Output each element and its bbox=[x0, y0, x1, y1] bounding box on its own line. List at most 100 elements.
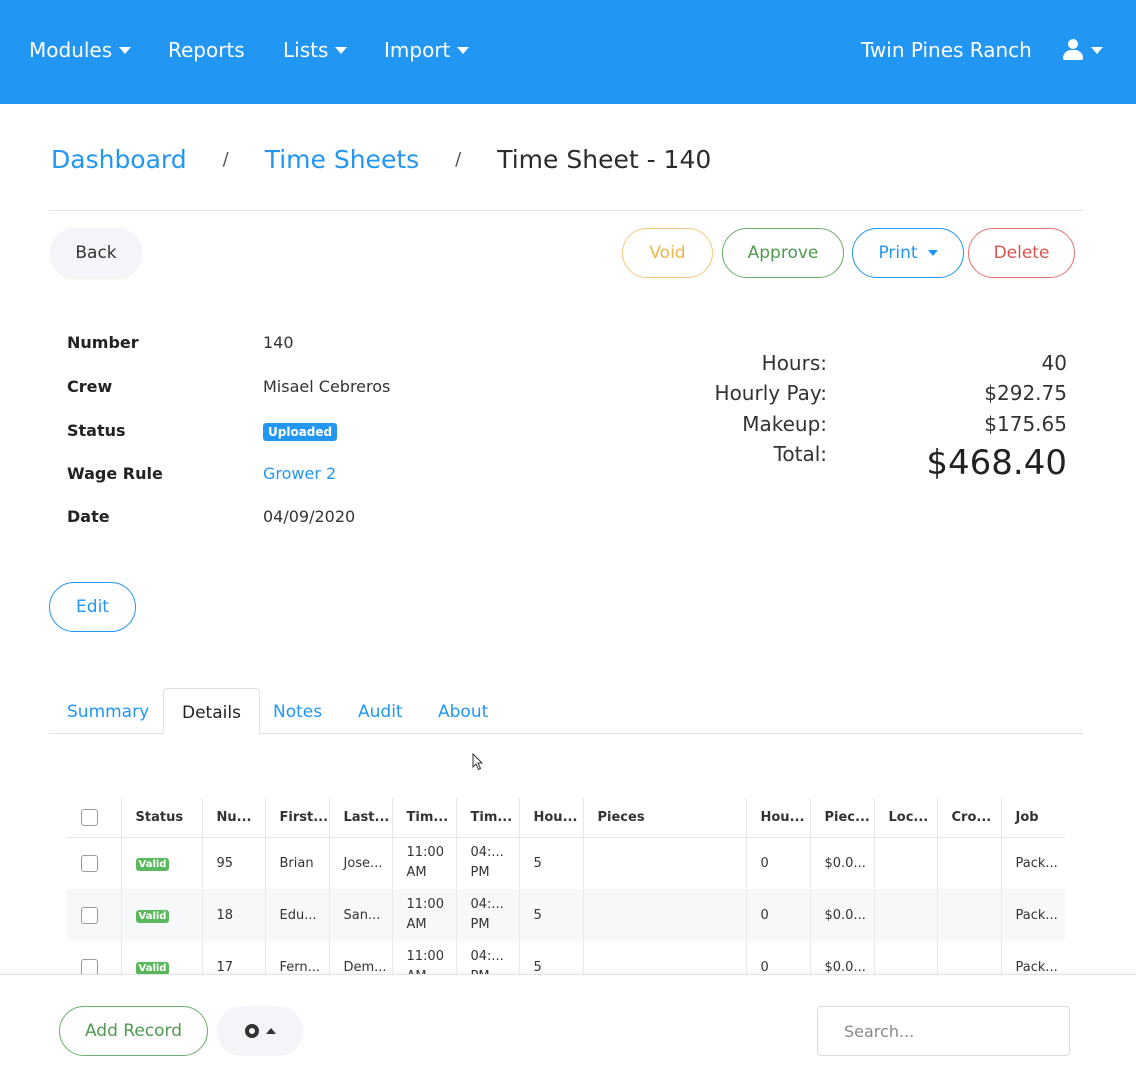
column-header[interactable]: Tim... bbox=[455, 798, 519, 838]
nav-modules-dropdown[interactable]: Modules bbox=[29, 38, 132, 62]
hourly-pay-label: Hourly Pay: bbox=[714, 381, 827, 405]
void-button[interactable]: Void bbox=[622, 228, 713, 278]
column-header[interactable]: Hou... bbox=[518, 798, 583, 838]
status-cell: Valid bbox=[120, 941, 202, 974]
row-checkbox[interactable] bbox=[81, 854, 98, 872]
table-cell: Edu... bbox=[264, 889, 329, 941]
nav-reports-link[interactable]: Reports bbox=[168, 38, 245, 62]
table-cell: 0 bbox=[745, 889, 810, 941]
column-header[interactable]: Tim... bbox=[391, 798, 456, 838]
column-header[interactable]: Pieces bbox=[582, 798, 746, 838]
breadcrumb: Dashboard / Time Sheets / Time Sheet - 1… bbox=[51, 145, 711, 174]
column-header[interactable]: First... bbox=[264, 798, 329, 838]
delete-button[interactable]: Delete bbox=[968, 228, 1075, 278]
row-checkbox[interactable] bbox=[81, 906, 98, 924]
user-menu-dropdown[interactable] bbox=[1062, 39, 1103, 61]
table-cell: 95 bbox=[201, 837, 265, 889]
column-header[interactable]: Status bbox=[120, 798, 202, 838]
table-row[interactable]: Valid 95 Brian Jose... 11:00 AM 04:... P… bbox=[67, 837, 1065, 889]
table-cell: 04:... PM bbox=[455, 941, 519, 974]
tab-notes[interactable]: Notes bbox=[255, 688, 340, 734]
column-header[interactable]: Piec... bbox=[809, 798, 874, 838]
nav-ranch-link[interactable]: Twin Pines Ranch bbox=[861, 38, 1032, 62]
breadcrumb-dashboard[interactable]: Dashboard bbox=[51, 145, 187, 174]
tab-audit[interactable]: Audit bbox=[340, 688, 421, 734]
user-icon bbox=[1062, 39, 1084, 61]
table-cell: 0 bbox=[745, 837, 810, 889]
table-cell: Dem... bbox=[328, 941, 392, 974]
nav-lists-dropdown[interactable]: Lists bbox=[283, 38, 348, 62]
search-input[interactable] bbox=[817, 1006, 1070, 1056]
table-cell: San... bbox=[328, 889, 392, 941]
table-cell: 0 bbox=[745, 941, 810, 974]
total-label: Total: bbox=[773, 442, 827, 466]
column-header[interactable]: Hou... bbox=[745, 798, 810, 838]
valid-badge: Valid bbox=[135, 961, 170, 974]
select-all-checkbox[interactable] bbox=[81, 808, 98, 826]
back-button[interactable]: Back bbox=[50, 228, 142, 278]
makeup-value: $175.65 bbox=[984, 412, 1067, 436]
details-table: Status Nu... First... Last... Tim... Tim… bbox=[67, 798, 1065, 974]
page-title: Time Sheet - 140 bbox=[497, 145, 712, 174]
column-header[interactable]: Cro... bbox=[936, 798, 1001, 838]
table-cell: 18 bbox=[201, 889, 265, 941]
status-badge: Uploaded bbox=[263, 423, 338, 441]
table-cell bbox=[873, 837, 937, 889]
row-select-cell bbox=[67, 941, 121, 974]
nav-modules-label: Modules bbox=[29, 38, 113, 62]
table-header-row: Status Nu... First... Last... Tim... Tim… bbox=[67, 798, 1065, 838]
column-header[interactable]: Job bbox=[1000, 798, 1065, 838]
caret-down-icon bbox=[1091, 46, 1103, 54]
table-cell: $0.0... bbox=[809, 837, 874, 889]
column-header[interactable]: Nu... bbox=[201, 798, 265, 838]
table-cell: 11:00 AM bbox=[391, 889, 456, 941]
table-cell: $0.0... bbox=[809, 941, 874, 974]
crew-value: Misael Cebreros bbox=[263, 377, 391, 396]
nav-reports-label: Reports bbox=[168, 38, 245, 62]
table-cell: Pack... bbox=[1000, 837, 1065, 889]
caret-up-icon bbox=[266, 1028, 276, 1034]
caret-down-icon bbox=[335, 46, 348, 54]
row-checkbox[interactable] bbox=[81, 958, 98, 974]
table-cell: Jose... bbox=[328, 837, 392, 889]
table-cell bbox=[936, 941, 1001, 974]
print-dropdown-button[interactable]: Print bbox=[852, 228, 964, 278]
breadcrumb-time-sheets[interactable]: Time Sheets bbox=[265, 145, 419, 174]
nav-lists-label: Lists bbox=[283, 38, 329, 62]
row-select-cell bbox=[67, 889, 121, 941]
number-label: Number bbox=[67, 333, 139, 352]
wage-rule-link[interactable]: Grower 2 bbox=[263, 464, 336, 483]
column-header[interactable]: Last... bbox=[328, 798, 392, 838]
table-cell bbox=[873, 941, 937, 974]
row-select-cell bbox=[67, 837, 121, 889]
tab-bar: Summary Details Notes Audit About bbox=[49, 688, 1083, 734]
table-cell: 04:... PM bbox=[455, 837, 519, 889]
hourly-pay-value: $292.75 bbox=[984, 381, 1067, 405]
table-row[interactable]: Valid 17 Fern... Dem... 11:00 AM 04:... … bbox=[67, 941, 1065, 974]
settings-dropdown-button[interactable] bbox=[217, 1006, 303, 1056]
table-row[interactable]: Valid 18 Edu... San... 11:00 AM 04:... P… bbox=[67, 889, 1065, 941]
tab-summary[interactable]: Summary bbox=[49, 688, 167, 734]
status-label: Status bbox=[67, 421, 126, 440]
tab-details[interactable]: Details bbox=[163, 688, 260, 734]
status-cell: Valid bbox=[120, 889, 202, 941]
date-value: 04/09/2020 bbox=[263, 507, 356, 526]
mouse-cursor-icon bbox=[472, 753, 484, 771]
nav-import-dropdown[interactable]: Import bbox=[384, 38, 470, 62]
crew-label: Crew bbox=[67, 377, 113, 396]
ranch-name: Twin Pines Ranch bbox=[861, 38, 1032, 62]
table-cell bbox=[873, 889, 937, 941]
table-cell bbox=[936, 889, 1001, 941]
add-record-button[interactable]: Add Record bbox=[59, 1006, 208, 1056]
select-all-header bbox=[67, 798, 121, 838]
table-cell bbox=[582, 941, 746, 974]
approve-button[interactable]: Approve bbox=[722, 228, 844, 278]
table-cell: Brian bbox=[264, 837, 329, 889]
edit-button[interactable]: Edit bbox=[49, 582, 136, 632]
gear-icon bbox=[244, 1023, 260, 1039]
table-cell: 17 bbox=[201, 941, 265, 974]
footer-toolbar: Add Record bbox=[0, 974, 1136, 1080]
status-cell: Valid bbox=[120, 837, 202, 889]
column-header[interactable]: Loc... bbox=[873, 798, 937, 838]
tab-about[interactable]: About bbox=[420, 688, 506, 734]
